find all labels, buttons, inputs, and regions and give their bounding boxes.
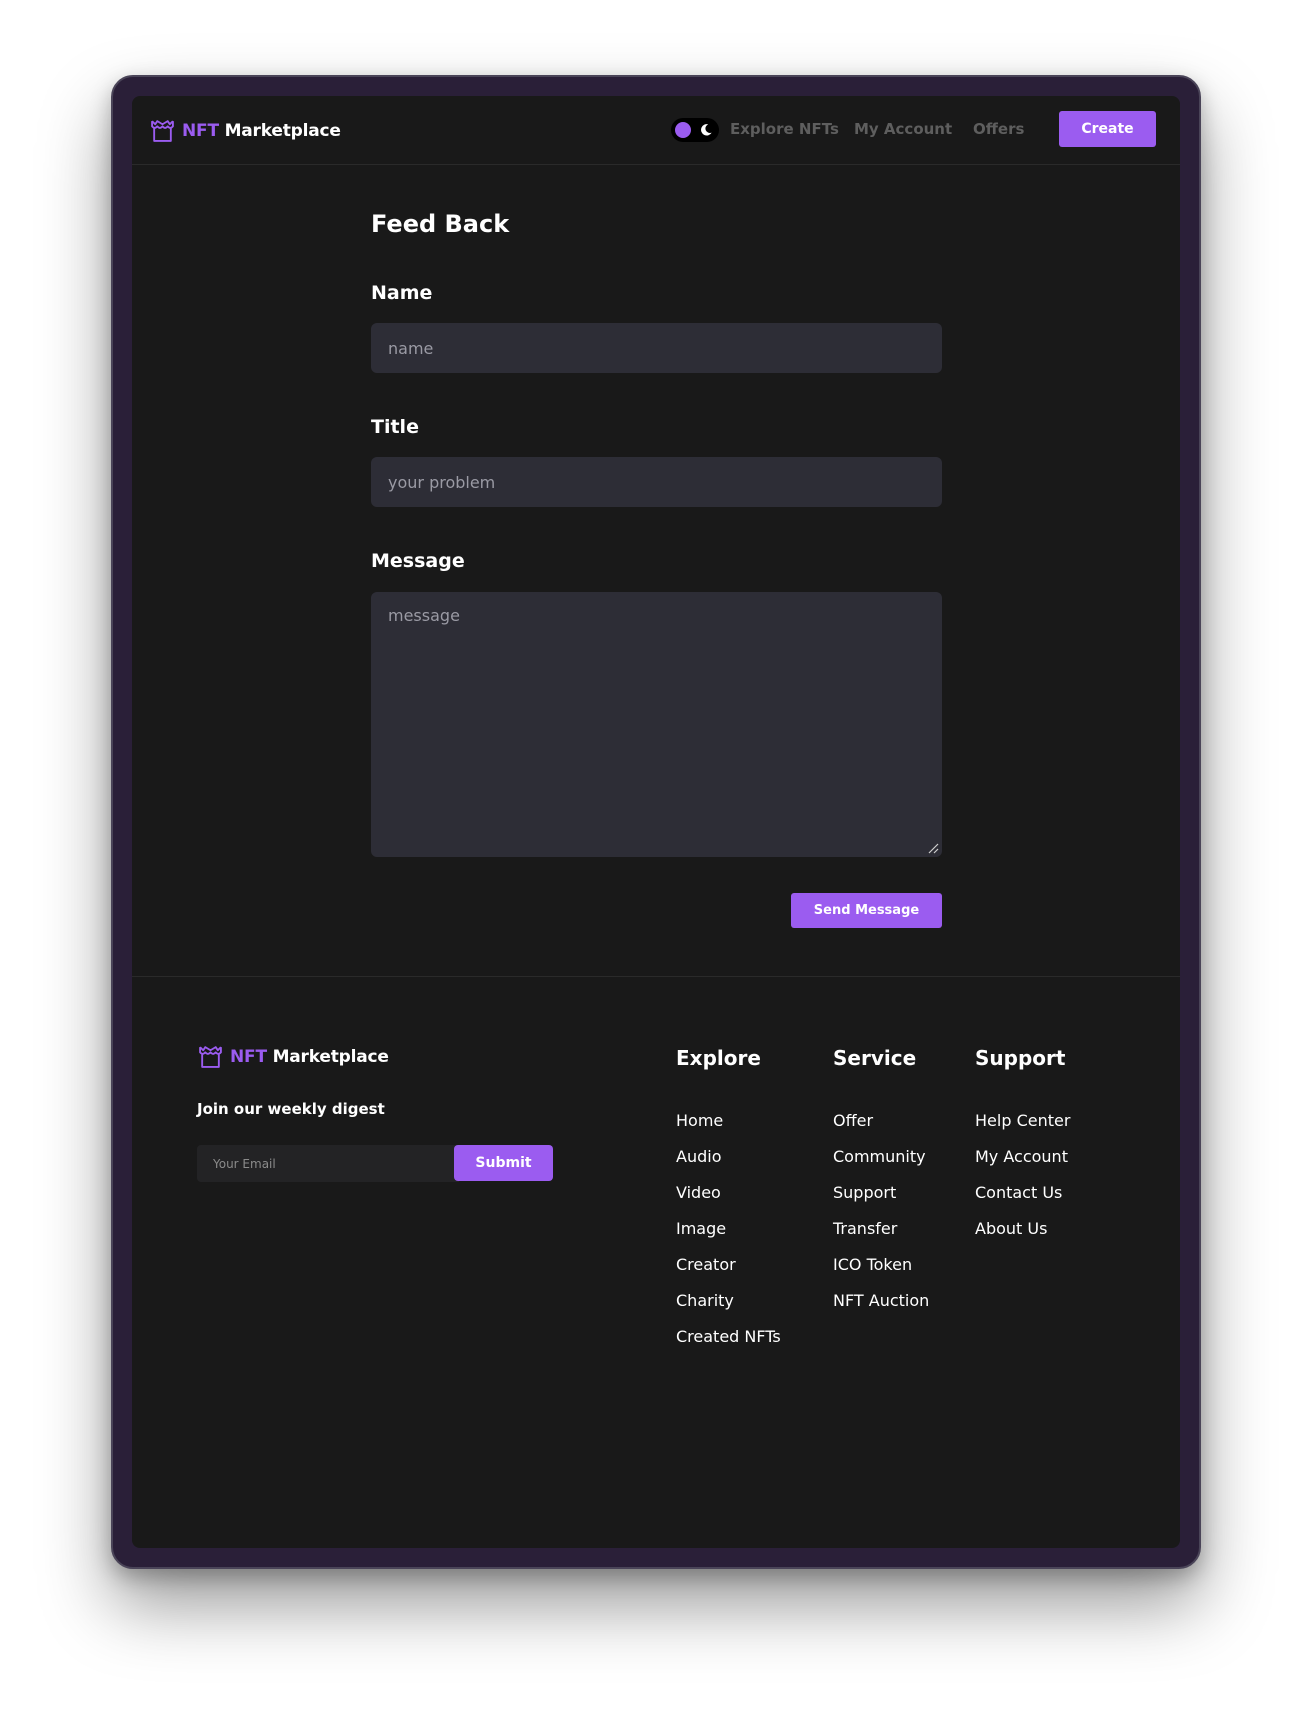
create-button[interactable]: Create [1059,111,1156,147]
footer-link-image[interactable]: Image [676,1219,781,1255]
footer-column-title: Explore [676,1046,761,1070]
brand-name-text: Marketplace [224,120,341,141]
footer-link-community[interactable]: Community [833,1147,929,1183]
top-navbar: NFT Marketplace Explore NFTs My Account … [132,96,1180,165]
footer-link-ico-token[interactable]: ICO Token [833,1255,929,1291]
brand-nft-text: NFT [182,120,219,141]
storefront-icon [151,120,174,142]
toggle-knob [675,122,691,138]
footer-column-title: Service [833,1046,917,1070]
browser-screen: NFT Marketplace Explore NFTs My Account … [132,96,1180,1548]
nav-offers[interactable]: Offers [973,120,1024,138]
footer-brand-nft-text: NFT [230,1046,267,1067]
title-label: Title [371,416,419,438]
device-frame: NFT Marketplace Explore NFTs My Account … [111,75,1201,1569]
message-label: Message [371,550,465,572]
name-label: Name [371,282,433,304]
footer-link-contact-us[interactable]: Contact Us [975,1183,1070,1219]
footer-column-title: Support [975,1046,1066,1070]
page-title: Feed Back [371,210,510,238]
brand-logo[interactable]: NFT Marketplace [150,118,341,143]
footer-link-creator[interactable]: Creator [676,1255,781,1291]
newsletter-submit-button[interactable]: Submit [454,1145,553,1181]
theme-toggle[interactable] [671,118,719,142]
newsletter-heading: Join our weekly digest [197,1100,385,1118]
footer-link-charity[interactable]: Charity [676,1291,781,1327]
footer-link-created-nfts[interactable]: Created NFTs [676,1327,781,1363]
nav-my-account[interactable]: My Account [854,120,952,138]
send-message-button[interactable]: Send Message [791,893,942,928]
footer-link-about-us[interactable]: About Us [975,1219,1070,1255]
resize-handle-icon[interactable] [927,842,939,854]
name-input[interactable] [371,323,942,373]
footer-link-my-account[interactable]: My Account [975,1147,1070,1183]
footer-link-nft-auction[interactable]: NFT Auction [833,1291,929,1327]
footer-brand-name-text: Marketplace [272,1046,389,1067]
storefront-icon [199,1046,222,1068]
footer-column-support: Support Help Center My Account Contact U… [975,1046,1070,1255]
footer-link-offer[interactable]: Offer [833,1111,929,1147]
footer-column-service: Service Offer Community Support Transfer… [833,1046,929,1327]
footer-link-help-center[interactable]: Help Center [975,1111,1070,1147]
title-input[interactable] [371,457,942,507]
footer-link-video[interactable]: Video [676,1183,781,1219]
footer-column-explore: Explore Home Audio Video Image Creator C… [676,1046,781,1363]
footer-link-home[interactable]: Home [676,1111,781,1147]
newsletter-email-input[interactable] [197,1145,459,1182]
footer-link-support[interactable]: Support [833,1183,929,1219]
footer-brand-logo[interactable]: NFT Marketplace [198,1044,389,1069]
nav-explore-nfts[interactable]: Explore NFTs [730,120,839,138]
footer-link-audio[interactable]: Audio [676,1147,781,1183]
footer-link-transfer[interactable]: Transfer [833,1219,929,1255]
moon-icon [701,124,712,136]
message-textarea[interactable] [371,592,942,857]
footer-divider [132,976,1180,977]
